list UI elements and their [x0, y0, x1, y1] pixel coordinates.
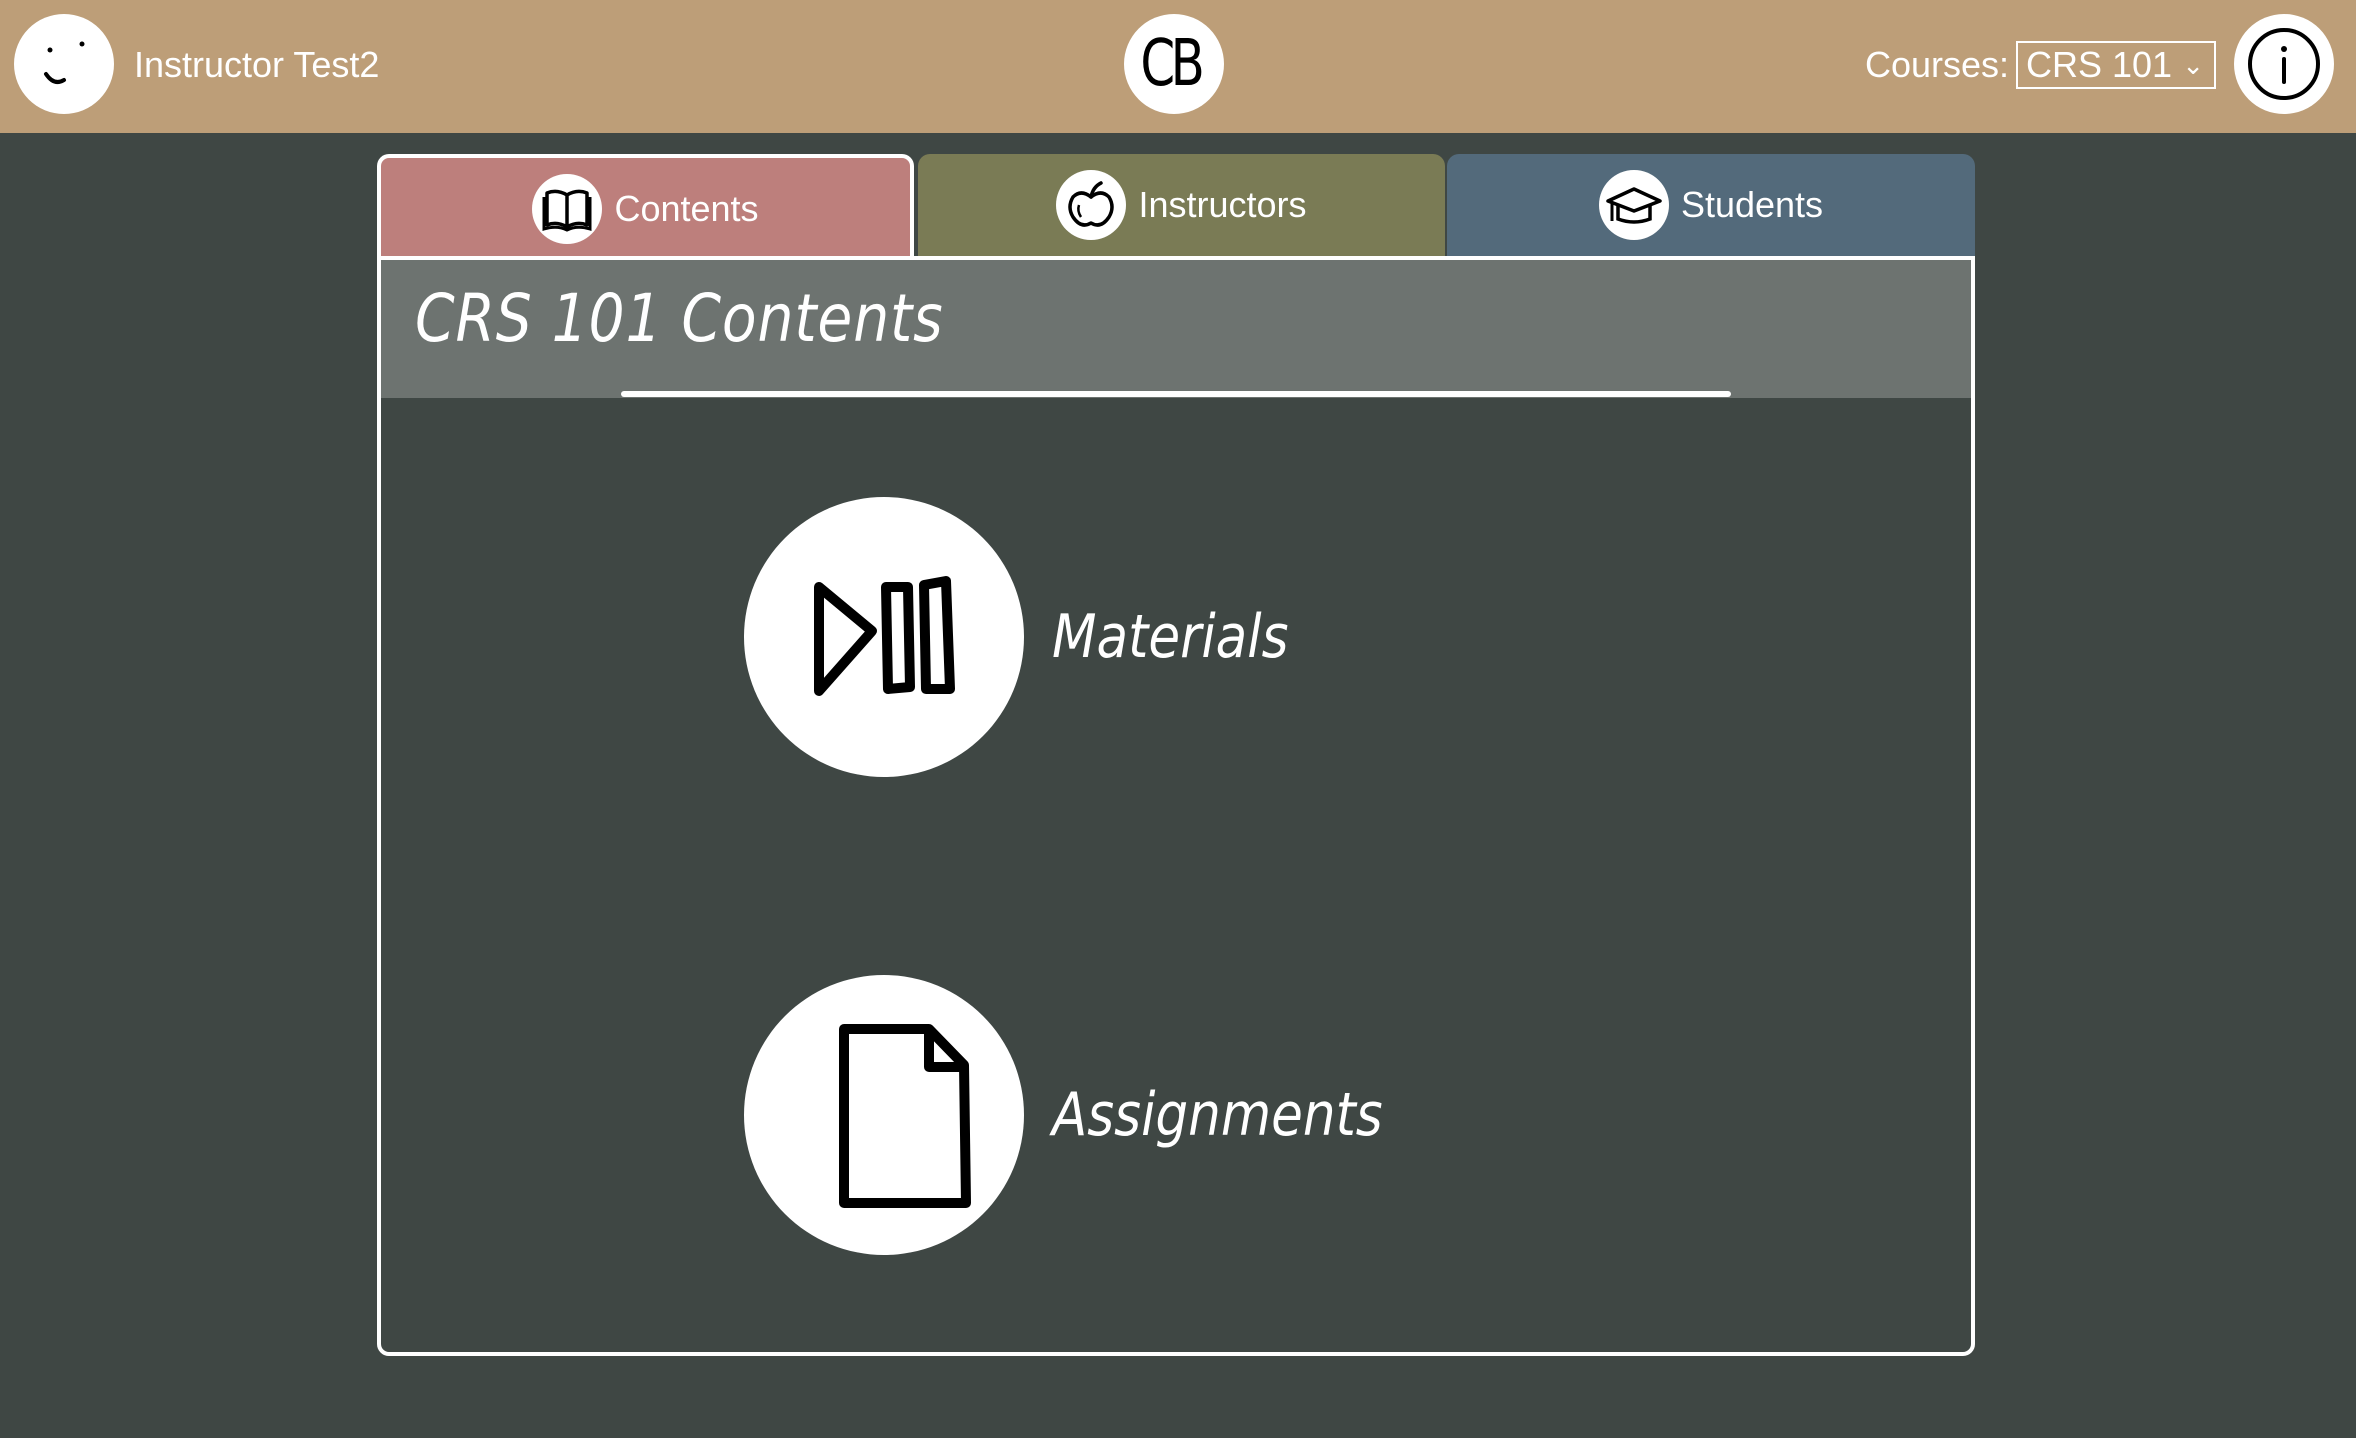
play-pause-icon: [744, 497, 1024, 777]
tab-contents[interactable]: Contents: [377, 154, 914, 260]
tab-label: Contents: [614, 188, 759, 229]
course-select[interactable]: CRS 101 ⌄: [2016, 41, 2216, 89]
logo-text: CB: [1140, 27, 1204, 101]
title-underline: [621, 391, 1731, 397]
assignments-item[interactable]: Assignments: [744, 975, 1437, 1255]
course-select-value: CRS 101: [2026, 44, 2173, 85]
app-logo[interactable]: CB: [1124, 14, 1224, 114]
apple-icon: [1056, 170, 1127, 240]
tab-students[interactable]: Students: [1447, 154, 1975, 256]
tab-label: Students: [1680, 184, 1824, 225]
open-book-icon: [532, 174, 603, 244]
courses-label: Courses:: [1865, 44, 2010, 85]
materials-item[interactable]: Materials: [744, 497, 1327, 777]
tab-label: Instructors: [1138, 184, 1307, 225]
chevron-down-icon: ⌄: [2182, 50, 2204, 80]
smiley-face-icon[interactable]: [14, 14, 114, 114]
top-bar: Instructor Test2 CB Courses: CRS 101 ⌄: [0, 0, 2356, 133]
assignments-label: Assignments: [1052, 1080, 1383, 1150]
info-icon[interactable]: [2234, 14, 2334, 114]
document-icon: [744, 975, 1024, 1255]
page-title: CRS 101 Contents: [415, 280, 944, 357]
graduation-cap-icon: [1598, 170, 1669, 240]
tab-instructors[interactable]: Instructors: [918, 154, 1445, 256]
materials-label: Materials: [1052, 602, 1289, 672]
contents-panel: CRS 101 Contents Materials Assignments: [377, 256, 1975, 1356]
user-name[interactable]: Instructor Test2: [134, 44, 379, 86]
panel-header: CRS 101 Contents: [381, 260, 1971, 398]
